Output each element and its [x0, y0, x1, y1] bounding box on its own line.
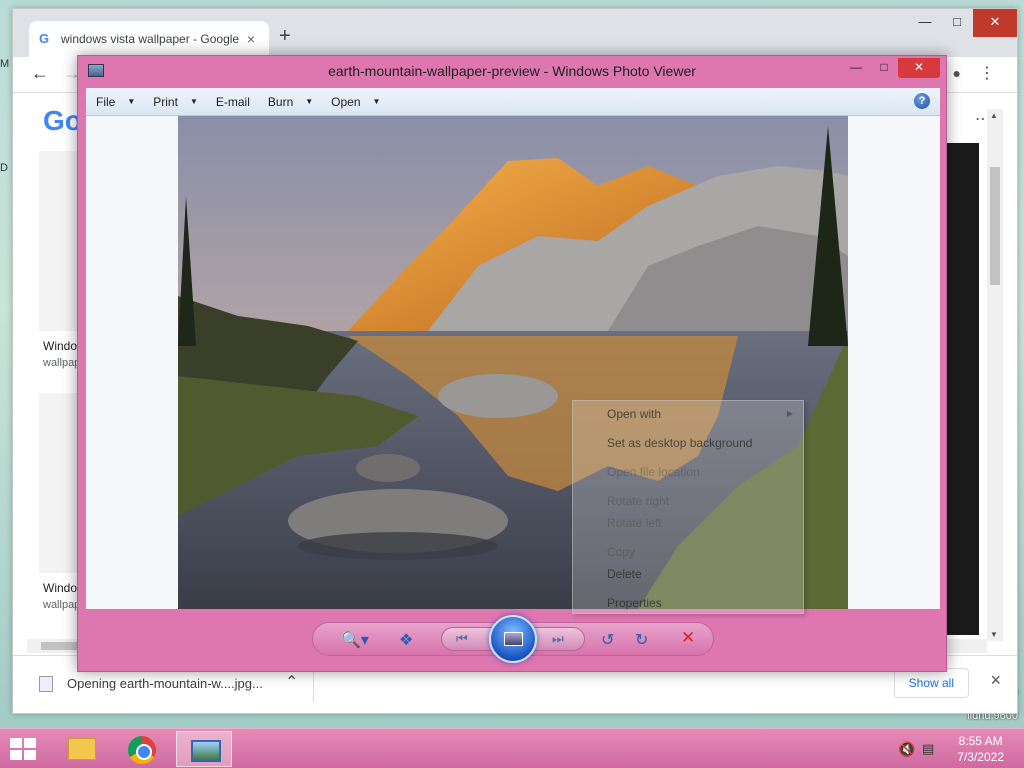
context-open-with[interactable]: Open with [607, 407, 661, 421]
actual-size-icon[interactable]: ❖ [399, 630, 413, 650]
maximize-icon[interactable]: □ [941, 9, 973, 37]
chrome-tab-strip: G windows vista wallpaper - Google × + —… [13, 9, 1017, 57]
windows-start-icon[interactable] [10, 738, 36, 760]
maximize-icon[interactable]: □ [870, 58, 898, 78]
menu-label: Print [153, 94, 178, 109]
show-all-button[interactable]: Show all [893, 668, 969, 698]
result-title-2[interactable]: Windo [43, 581, 77, 595]
menu-label: Open [331, 94, 361, 109]
magnifier-zoom-icon[interactable]: 🔍▾ [341, 630, 369, 650]
close-downloads-icon[interactable]: × [990, 670, 1001, 691]
context-open-file-location[interactable]: Open file location [607, 465, 700, 479]
back-arrow-icon[interactable]: ← [31, 63, 49, 84]
taskbar-file-explorer[interactable] [52, 731, 108, 767]
chrome-window-controls: — □ ✕ [909, 9, 1017, 37]
taskbar-photo-viewer[interactable] [176, 731, 232, 767]
image-result-thumb-1[interactable] [39, 151, 77, 331]
dropdown-caret-icon: ▼ [189, 97, 198, 106]
submenu-arrow-icon: ▶ [786, 409, 793, 418]
google-favicon-icon: G [39, 31, 50, 46]
minimize-icon[interactable]: — [842, 58, 870, 78]
dropdown-caret-icon: ▼ [372, 97, 381, 106]
image-result-thumb-2[interactable] [39, 393, 77, 573]
vertical-scrollbar[interactable]: ▲ ▼ [987, 109, 1003, 641]
menu-label: Burn [267, 94, 294, 109]
menu-file[interactable]: File ▼ [96, 95, 135, 109]
help-icon[interactable]: ? [914, 93, 930, 109]
clock-date: 7/3/2022 [957, 750, 1004, 764]
desktop-glyph-top: M [0, 58, 10, 70]
previous-icon[interactable]: ⏮ [456, 631, 468, 647]
photo-viewer-controls: 🔍▾ ❖ ⏮ ⏭ ↺ ↻ ✕ [312, 615, 714, 663]
photo-viewer-title: earth-mountain-wallpaper-preview - Windo… [328, 63, 696, 79]
context-menu: Open with ▶ Set as desktop background Op… [572, 400, 804, 614]
result-title-1[interactable]: Windo [43, 339, 77, 353]
menu-open[interactable]: Open ▼ [331, 95, 380, 109]
tab-close-icon[interactable]: × [243, 31, 259, 47]
context-rotate-right[interactable]: Rotate right [607, 494, 669, 508]
taskbar-clock[interactable]: 8:55 AM 7/3/2022 [957, 733, 1004, 765]
folder-icon [68, 738, 96, 760]
dropdown-caret-icon: ▼ [305, 97, 314, 106]
menu-label: E-mail [215, 94, 250, 109]
minimize-icon[interactable]: — [909, 9, 941, 37]
menu-email[interactable]: E-mail [216, 95, 250, 109]
tab-title: windows vista wallpaper - Google [61, 32, 240, 46]
taskbar: 🔇 ▤ 8:55 AM 7/3/2022 [0, 728, 1024, 768]
menu-label: File [96, 94, 116, 109]
clock-time: 8:55 AM [958, 734, 1003, 748]
context-copy[interactable]: Copy [607, 545, 635, 559]
tab-google-search[interactable]: G windows vista wallpaper - Google × [29, 21, 269, 57]
menu-print[interactable]: Print ▼ [153, 95, 198, 109]
next-icon[interactable]: ⏭ [552, 631, 564, 647]
file-icon [39, 676, 53, 692]
desktop-glyph-bottom: D [0, 162, 8, 174]
photo-viewer-icon [191, 740, 221, 762]
profile-avatar-icon[interactable]: ● [953, 65, 961, 81]
context-delete[interactable]: Delete [607, 567, 642, 581]
rock-center [438, 374, 558, 418]
chevron-up-icon[interactable]: ⌃ [285, 672, 298, 692]
slideshow-button[interactable] [489, 615, 537, 663]
slideshow-icon [504, 632, 523, 646]
close-window-icon[interactable]: ✕ [898, 58, 940, 78]
rock-small [356, 454, 420, 482]
photo-viewer-window-controls: — □ ✕ [842, 58, 940, 78]
scroll-down-icon[interactable]: ▼ [990, 630, 998, 639]
scroll-up-icon[interactable]: ▲ [990, 111, 998, 120]
result-source-1: wallpap [43, 357, 81, 369]
context-properties[interactable]: Properties [607, 596, 662, 610]
context-rotate-left[interactable]: Rotate left [607, 516, 662, 530]
scroll-thumb[interactable] [990, 167, 1000, 285]
menu-burn[interactable]: Burn ▼ [268, 95, 313, 109]
dropdown-caret-icon: ▼ [127, 97, 136, 106]
context-set-desktop-background[interactable]: Set as desktop background [607, 436, 752, 450]
photo-viewer-menubar: File ▼ Print ▼ E-mail Burn ▼ Open ▼ ? [86, 88, 940, 116]
result-source-2: wallpap [43, 599, 81, 611]
volume-muted-icon[interactable]: 🔇 [898, 741, 915, 758]
taskbar-chrome[interactable] [114, 731, 170, 767]
delete-x-icon[interactable]: ✕ [681, 628, 695, 648]
photo-viewer-window: earth-mountain-wallpaper-preview - Windo… [77, 55, 947, 672]
download-item-text[interactable]: Opening earth-mountain-w....jpg... [67, 676, 263, 691]
chrome-menu-icon[interactable]: ⋮ [979, 63, 995, 83]
close-window-icon[interactable]: ✕ [973, 9, 1017, 37]
rotate-clockwise-icon[interactable]: ↻ [635, 630, 648, 650]
rock-large-reflection [298, 532, 498, 560]
network-icon[interactable]: ▤ [922, 741, 934, 757]
new-tab-button[interactable]: + [279, 25, 291, 48]
rotate-counterclockwise-icon[interactable]: ↺ [601, 630, 614, 650]
chrome-icon [128, 736, 156, 764]
photo-canvas: Open with ▶ Set as desktop background Op… [86, 116, 940, 614]
